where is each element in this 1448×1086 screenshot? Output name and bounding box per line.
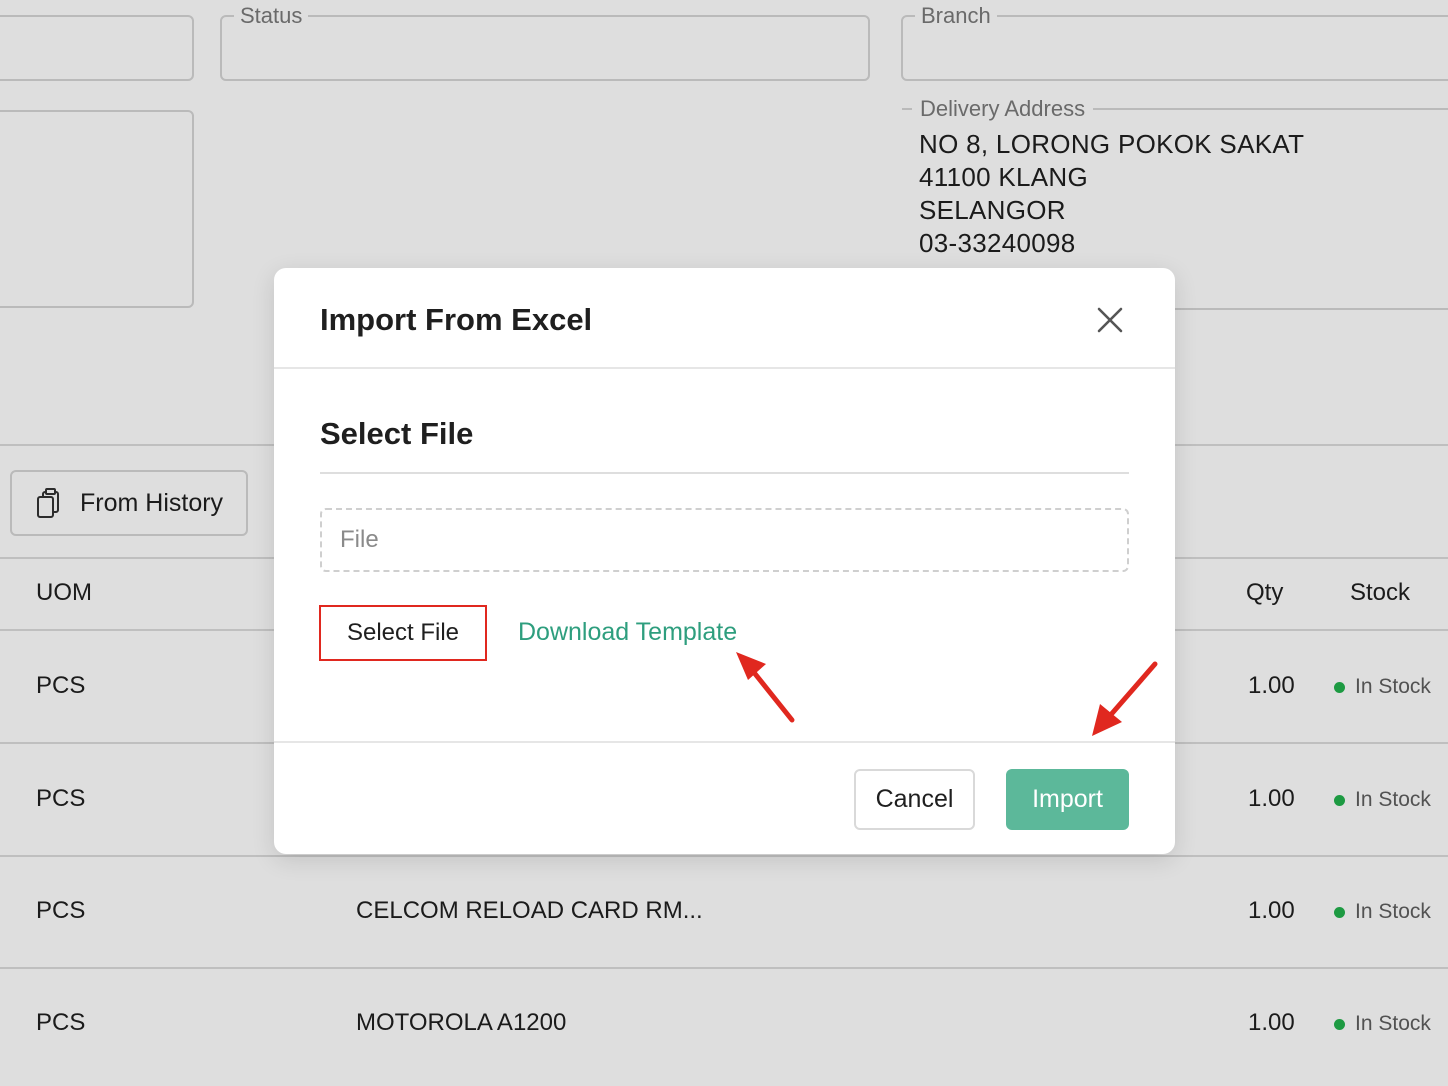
close-icon: [1097, 307, 1123, 333]
import-dialog: Import From Excel Select File Select Fil…: [274, 268, 1175, 854]
section-divider: [320, 472, 1129, 474]
dialog-header-divider: [274, 367, 1175, 369]
dialog-title: Import From Excel: [320, 302, 593, 337]
download-template-link[interactable]: Download Template: [518, 618, 737, 647]
import-button[interactable]: Import: [1006, 769, 1129, 830]
close-button[interactable]: [1092, 302, 1128, 338]
select-file-button[interactable]: Select File: [319, 605, 487, 661]
file-input[interactable]: [320, 508, 1129, 572]
section-title: Select File: [320, 416, 474, 451]
cancel-button[interactable]: Cancel: [854, 769, 975, 830]
dialog-footer-divider: [274, 741, 1175, 743]
